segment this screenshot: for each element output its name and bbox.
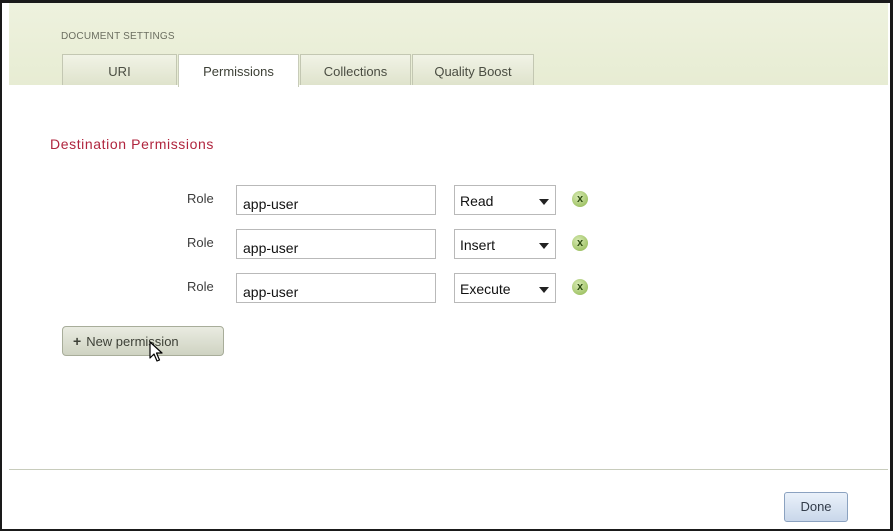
capability-value: Execute bbox=[460, 281, 511, 297]
capability-select[interactable]: Insert bbox=[454, 229, 556, 259]
role-label: Role bbox=[187, 191, 214, 206]
permission-row: Role Read x bbox=[2, 185, 893, 217]
dialog-title: DOCUMENT SETTINGS bbox=[61, 31, 175, 42]
capability-value: Insert bbox=[460, 237, 496, 253]
tab-collections[interactable]: Collections bbox=[300, 54, 411, 85]
role-input[interactable] bbox=[236, 273, 436, 303]
chevron-down-icon bbox=[539, 199, 549, 205]
section-heading: Destination Permissions bbox=[50, 136, 214, 152]
tab-uri[interactable]: URI bbox=[62, 54, 177, 85]
new-permission-label: New permission bbox=[86, 334, 179, 349]
role-input[interactable] bbox=[236, 185, 436, 215]
done-button[interactable]: Done bbox=[784, 492, 848, 522]
role-input[interactable] bbox=[236, 229, 436, 259]
capability-select[interactable]: Execute bbox=[454, 273, 556, 303]
capability-value: Read bbox=[460, 193, 494, 209]
plus-icon: + bbox=[73, 333, 82, 349]
tab-quality-boost[interactable]: Quality Boost bbox=[412, 54, 534, 85]
permission-row: Role Execute x bbox=[2, 273, 893, 305]
tab-permissions[interactable]: Permissions bbox=[178, 54, 299, 87]
footer-divider bbox=[9, 469, 888, 470]
remove-permission-icon[interactable]: x bbox=[572, 191, 588, 207]
permission-row: Role Insert x bbox=[2, 229, 893, 261]
mouse-pointer-icon bbox=[149, 341, 163, 362]
remove-permission-icon[interactable]: x bbox=[572, 235, 588, 251]
capability-select[interactable]: Read bbox=[454, 185, 556, 215]
new-permission-button[interactable]: + New permission bbox=[62, 326, 224, 356]
remove-permission-icon[interactable]: x bbox=[572, 279, 588, 295]
role-label: Role bbox=[187, 235, 214, 250]
dialog-header: DOCUMENT SETTINGS URI Permissions Collec… bbox=[9, 3, 888, 87]
chevron-down-icon bbox=[539, 287, 549, 293]
document-settings-dialog: DOCUMENT SETTINGS URI Permissions Collec… bbox=[0, 0, 893, 531]
chevron-down-icon bbox=[539, 243, 549, 249]
role-label: Role bbox=[187, 279, 214, 294]
